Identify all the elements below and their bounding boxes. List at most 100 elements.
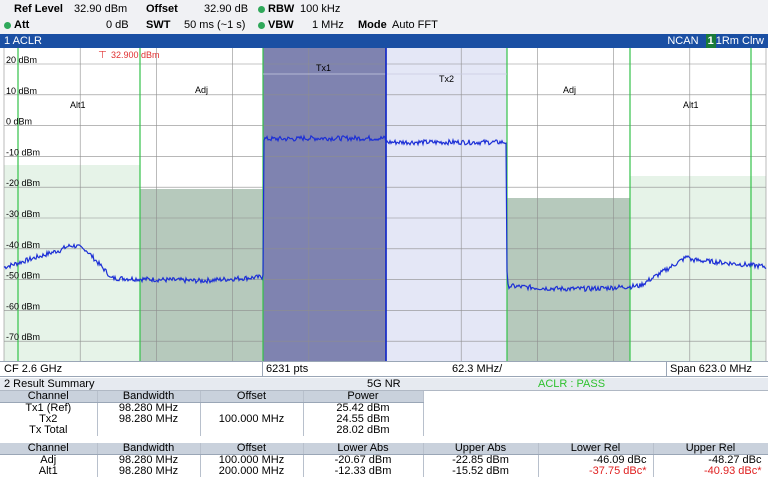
empty-cell [423, 402, 768, 414]
col-header: Channel [0, 443, 98, 455]
ref-level-marker-label: 32.900 dBm [111, 50, 160, 60]
y-tick-label: 20 dBm [6, 55, 37, 65]
cell-channel: Adj [0, 454, 98, 466]
aclr-window-header[interactable]: 1 ACLR NCAN 1 1Rm Clrw [0, 34, 768, 48]
table-row[interactable]: Tx1 (Ref) 98.280 MHz 25.42 dBm [0, 402, 768, 414]
cell-offset [200, 425, 304, 436]
cell-lower-rel: -37.75 dBc* [538, 466, 654, 477]
sweep-points[interactable]: 6231 pts [266, 363, 308, 375]
trace-info: NCAN 1 1Rm Clrw [667, 34, 764, 48]
col-header: Bandwidth [97, 443, 201, 455]
frequency-per-division: 62.3 MHz/ [452, 363, 503, 375]
offset-value[interactable]: 32.90 dB [204, 3, 248, 15]
cell-bandwidth: 98.280 MHz [97, 402, 201, 414]
col-header: Offset [200, 391, 304, 403]
cell-offset: 100.000 MHz [200, 414, 304, 425]
cell-lower-abs: -12.33 dBm [303, 466, 424, 477]
col-header: Power [303, 391, 424, 403]
y-tick-label: -30 dBm [6, 209, 40, 219]
tx-table-header: Channel Bandwidth Offset Power [0, 391, 768, 403]
ref-level-label: Ref Level [14, 3, 63, 15]
cell-offset: 200.000 MHz [200, 466, 304, 477]
cell-power: 24.55 dBm [303, 414, 424, 425]
y-tick-label: -40 dBm [6, 240, 40, 250]
adjacent-channel-table: Channel Bandwidth Offset Lower Abs Upper… [0, 443, 768, 477]
cell-channel: Alt1 [0, 466, 98, 477]
y-tick-label: -50 dBm [6, 271, 40, 281]
cell-power: 28.02 dBm [303, 425, 424, 436]
aclr-window-title: 1 ACLR [4, 35, 42, 47]
col-header: Offset [200, 443, 304, 455]
col-header: Upper Rel [653, 443, 768, 455]
swt-value[interactable]: 50 ms (~1 s) [184, 19, 245, 31]
aclr-status: ACLR : PASS [538, 378, 606, 390]
cell-channel: Tx Total [0, 425, 98, 436]
result-summary-title: 2 Result Summary [4, 378, 95, 390]
col-header: Channel [0, 391, 98, 403]
tx-power-table: Channel Bandwidth Offset Power Tx1 (Ref)… [0, 391, 768, 436]
cell-offset [200, 402, 304, 414]
cell-channel: Tx2 [0, 414, 98, 425]
att-label: Att [14, 19, 30, 31]
att-value[interactable]: 0 dB [106, 19, 129, 31]
rbw-coupled-icon [258, 6, 265, 13]
spectrum-plot[interactable]: 20 dBm 10 dBm 0 dBm -10 dBm -20 dBm -30 dBm -4… [0, 48, 768, 361]
tx1-label: Tx1 [316, 63, 331, 73]
alt1-lower-label: Alt1 [70, 100, 86, 110]
adj-lower-band [140, 189, 263, 361]
cell-bandwidth: 98.280 MHz [97, 414, 201, 425]
trace-number-badge[interactable]: 1 [705, 34, 716, 48]
table-row[interactable]: Alt1 98.280 MHz 200.000 MHz -12.33 dBm -… [0, 466, 768, 477]
col-header: Upper Abs [423, 443, 539, 455]
cell-offset: 100.000 MHz [200, 454, 304, 466]
ref-level-value[interactable]: 32.90 dBm [74, 3, 127, 15]
rbw-value[interactable]: 100 kHz [300, 3, 340, 15]
cell-bandwidth: 98.280 MHz [97, 466, 201, 477]
cell-lower-rel: -46.09 dBc [538, 454, 654, 466]
tx2-label: Tx2 [439, 74, 454, 84]
swt-label: SWT [146, 19, 171, 31]
footer-divider [666, 362, 667, 376]
ref-level-marker-icon: ⊤ [98, 50, 107, 61]
y-tick-label: 0 dBm [6, 117, 32, 127]
mode-label: Mode [358, 19, 387, 31]
cell-upper-rel: -40.93 dBc* [653, 466, 768, 477]
adj-upper-label: Adj [563, 85, 576, 95]
table-row[interactable]: Adj 98.280 MHz 100.000 MHz -20.67 dBm -2… [0, 454, 768, 466]
cell-bandwidth: 98.280 MHz [97, 454, 201, 466]
cell-upper-rel: -48.27 dBc [653, 454, 768, 466]
cell-upper-abs: -22.85 dBm [423, 454, 539, 466]
rbw-label: RBW [268, 3, 295, 15]
adj-lower-label: Adj [195, 85, 208, 95]
empty-cell [423, 425, 768, 436]
col-header: Lower Rel [538, 443, 654, 455]
table-row[interactable]: Tx Total 28.02 dBm [0, 425, 768, 436]
trace-mode: 1Rm Clrw [715, 35, 764, 47]
vbw-label: VBW [268, 19, 294, 31]
alt1-upper-label: Alt1 [683, 100, 699, 110]
y-tick-label: -20 dBm [6, 178, 40, 188]
vbw-value[interactable]: 1 MHz [312, 19, 344, 31]
mode-value[interactable]: Auto FFT [392, 19, 438, 31]
empty-cell [423, 391, 768, 403]
ncan-status: NCAN [667, 35, 699, 47]
col-header: Lower Abs [303, 443, 424, 455]
cell-channel: Tx1 (Ref) [0, 402, 98, 414]
cell-power: 25.42 dBm [303, 402, 424, 414]
col-header: Bandwidth [97, 391, 201, 403]
footer-divider [262, 362, 263, 376]
vbw-coupled-icon [258, 22, 265, 29]
span-value[interactable]: Span 623.0 MHz [670, 363, 752, 375]
table-row[interactable]: Tx2 98.280 MHz 100.000 MHz 24.55 dBm [0, 414, 768, 425]
alt1-upper-band [630, 176, 766, 361]
center-frequency[interactable]: CF 2.6 GHz [4, 363, 62, 375]
y-tick-label: 10 dBm [6, 86, 37, 96]
offset-label: Offset [146, 3, 178, 15]
settings-bar: Ref Level 32.90 dBm Offset 32.90 dB RBW … [0, 0, 768, 34]
y-tick-label: -10 dBm [6, 147, 40, 157]
empty-cell [423, 414, 768, 425]
adj-table-header: Channel Bandwidth Offset Lower Abs Upper… [0, 443, 768, 455]
cell-upper-abs: -15.52 dBm [423, 466, 539, 477]
result-summary-header[interactable]: 2 Result Summary 5G NR ACLR : PASS [0, 378, 768, 391]
cell-bandwidth [97, 425, 201, 436]
